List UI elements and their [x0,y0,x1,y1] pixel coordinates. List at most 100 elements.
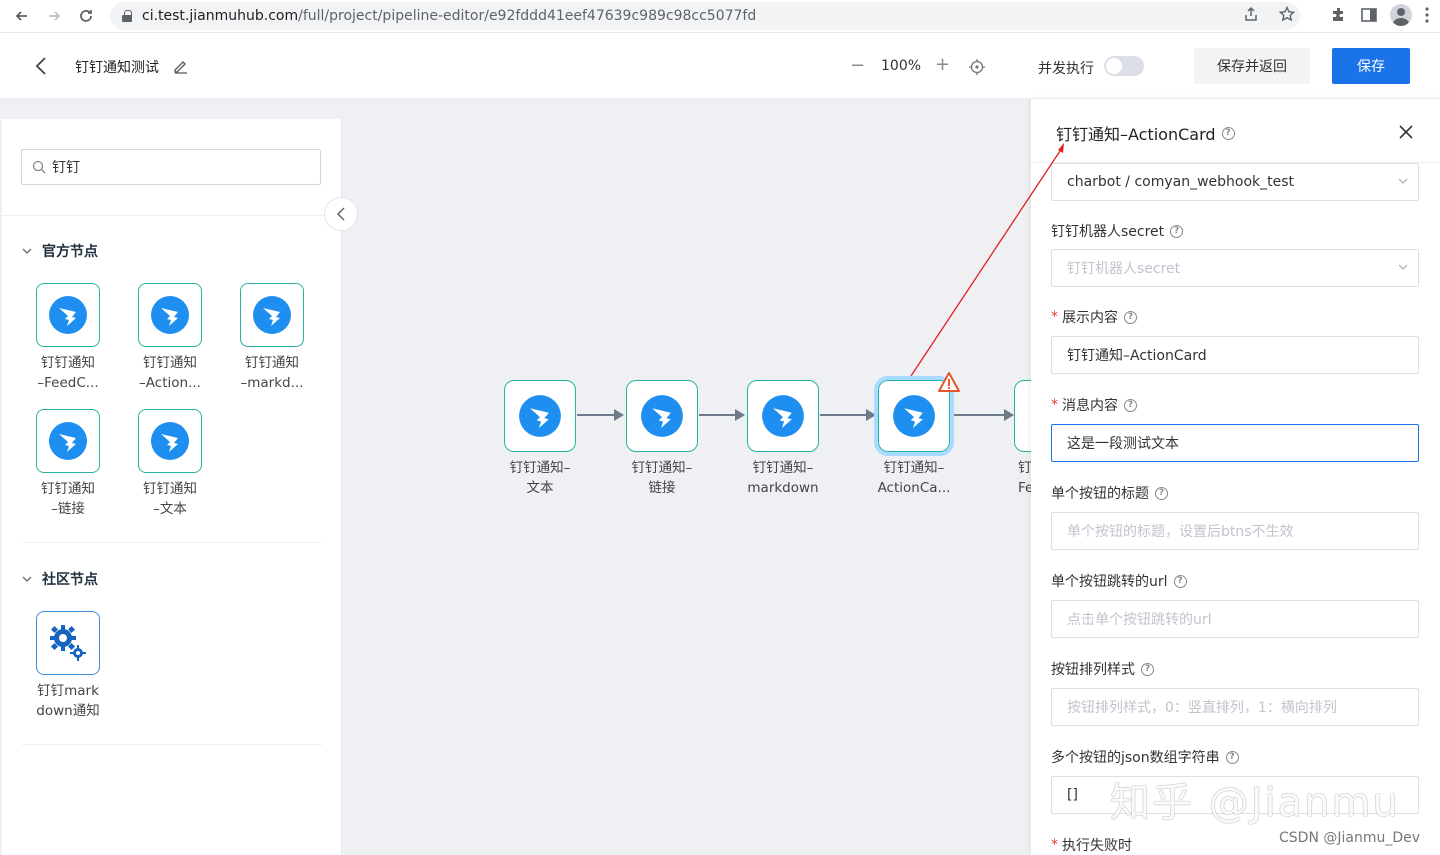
divider [22,542,322,543]
edge-arrowhead [1004,409,1014,421]
button-url-label: 单个按钮跳转的url? [1051,571,1187,591]
node-search-input[interactable]: 钉钉 [21,149,321,185]
url-host: ci.test.jianmuhub.com [142,8,299,24]
button-orientation-label: 按钮排列样式? [1051,659,1154,679]
help-icon[interactable]: ? [1221,126,1235,140]
config-panel-header: 钉钉通知–ActionCard ? [1031,99,1440,163]
save-button[interactable]: 保存 [1332,48,1410,84]
palette-node-label: 钉钉通知 –链接 [41,481,95,517]
dingtalk-icon [626,380,698,452]
button-title-placeholder: 单个按钮的标题，设置后btns不生效 [1067,524,1294,540]
lock-icon [122,10,132,22]
show-label-text: 展示内容 [1062,310,1118,326]
sidebar-icon[interactable] [1360,6,1378,24]
browser-forward-icon[interactable] [38,0,70,32]
msg-label-text: 消息内容 [1062,398,1118,414]
official-nodes-section[interactable]: 官方节点 [22,241,98,261]
btn-orient-label-text: 按钮排列样式 [1051,662,1135,678]
pipeline-node-link[interactable]: 钉钉通知– 链接 [607,380,717,498]
help-icon[interactable]: ? [1225,750,1239,764]
palette-node-text[interactable]: 钉钉通知 –文本 [125,409,215,519]
palette-node-feedcard[interactable]: 钉钉通知 –FeedC... [23,283,113,393]
dingtalk-icon [138,409,202,473]
zoom-in-button[interactable]: + [935,54,950,75]
warning-icon[interactable] [937,371,961,393]
save-and-return-button[interactable]: 保存并返回 [1194,48,1310,84]
secret-select[interactable]: 钉钉机器人secret [1051,249,1419,287]
pipeline-node-actioncard[interactable]: 钉钉通知– ActionCa... [859,376,969,498]
dingtalk-icon [240,283,304,347]
message-content-label: * 消息内容? [1051,395,1137,415]
btns-label-text: 多个按钮的json数组字符串 [1051,750,1220,766]
section-title-community: 社区节点 [42,572,98,588]
config-title-text: 钉钉通知–ActionCard [1056,125,1216,144]
collapse-panel-button[interactable] [324,197,358,231]
community-nodes-section[interactable]: 社区节点 [22,569,98,589]
node-label-line1: 钉 [1018,460,1032,476]
help-icon[interactable]: ? [1155,486,1168,500]
chevron-down-icon [1398,264,1408,270]
dingtalk-icon [36,283,100,347]
url-path: /full/project/pipeline-editor/e92fddd41e… [298,8,757,24]
help-icon[interactable]: ? [1173,574,1187,588]
button-title-label: 单个按钮的标题? [1051,483,1168,503]
button-title-input[interactable]: 单个按钮的标题，设置后btns不生效 [1051,512,1419,550]
browser-reload-icon[interactable] [70,0,102,32]
more-menu-icon[interactable] [1424,6,1430,24]
node-config-panel: 钉钉通知–ActionCard ? charbot / comyan_webho… [1031,99,1440,855]
close-icon[interactable] [1399,125,1413,139]
webhook-select-value: charbot / comyan_webhook_test [1067,174,1295,190]
pipeline-node-text[interactable]: 钉钉通知– 文本 [485,380,595,498]
message-content-value: 这是一段测试文本 [1067,436,1179,452]
fail-label-text: 执行失败时 [1062,838,1132,854]
csdn-watermark: CSDN @Jianmu_Dev [1279,830,1421,846]
node-label-line1: 钉钉通知– [883,460,945,476]
node-label-line2: 链接 [648,480,676,496]
concurrent-toggle[interactable] [1104,56,1144,76]
gear-icon [36,611,100,675]
palette-node-label: 钉钉通知 –文本 [143,481,197,517]
node-label-line2: 文本 [526,480,554,496]
browser-back-icon[interactable] [6,0,38,32]
webhook-select[interactable]: charbot / comyan_webhook_test [1051,163,1419,201]
profile-avatar[interactable] [1390,4,1412,26]
palette-node-community-markdown[interactable]: 钉钉mark down通知 [23,611,113,721]
btn-url-label-text: 单个按钮跳转的url [1051,574,1168,590]
buttons-json-label: 多个按钮的json数组字符串? [1051,747,1239,767]
help-icon[interactable]: ? [1170,224,1184,238]
show-content-input[interactable]: 钉钉通知–ActionCard [1051,336,1419,374]
edit-pencil-icon[interactable] [172,57,190,75]
help-icon[interactable]: ? [1124,310,1137,324]
required-mark: * [1051,309,1058,325]
button-orientation-input[interactable]: 按钮排列样式，0：竖直排列，1：横向排列 [1051,688,1419,726]
message-content-input[interactable]: 这是一段测试文本 [1051,424,1419,462]
node-label-line1: 钉钉通知– [509,460,571,476]
secret-field-label: 钉钉机器人secret? [1051,221,1184,241]
on-failure-label: * 执行失败时 [1051,835,1132,855]
help-icon[interactable]: ? [1124,398,1137,412]
editor-header: 钉钉通知测试 − 100% + 并发执行 保存并返回 保存 [0,33,1440,99]
help-icon[interactable]: ? [1141,662,1154,676]
dingtalk-icon [138,283,202,347]
divider [2,215,342,216]
extensions-icon[interactable] [1330,6,1348,24]
secret-label-text: 钉钉机器人secret [1051,224,1165,240]
zoom-out-button[interactable]: − [850,55,865,76]
chevron-down-icon [1398,178,1408,184]
pipeline-node-markdown[interactable]: 钉钉通知– markdown [728,380,838,498]
button-url-input[interactable]: 点击单个按钮跳转的url [1051,600,1419,638]
locate-center-icon[interactable] [968,58,986,76]
palette-node-actioncard[interactable]: 钉钉通知 –Action... [125,283,215,393]
chevron-down-icon [22,248,32,254]
share-icon[interactable] [1243,6,1259,22]
bookmark-star-icon[interactable] [1279,6,1295,22]
chevron-left-icon [336,207,345,221]
btn-title-label-text: 单个按钮的标题 [1051,486,1149,502]
search-value: 钉钉 [52,160,80,176]
back-arrow-icon[interactable] [34,56,48,76]
node-label-line2: markdown [747,480,819,496]
address-bar[interactable]: ci.test.jianmuhub.com/full/project/pipel… [110,2,1300,30]
palette-node-link[interactable]: 钉钉通知 –链接 [23,409,113,519]
palette-node-markdown[interactable]: 钉钉通知 –markd... [227,283,317,393]
config-panel-title: 钉钉通知–ActionCard ? [1056,121,1235,145]
